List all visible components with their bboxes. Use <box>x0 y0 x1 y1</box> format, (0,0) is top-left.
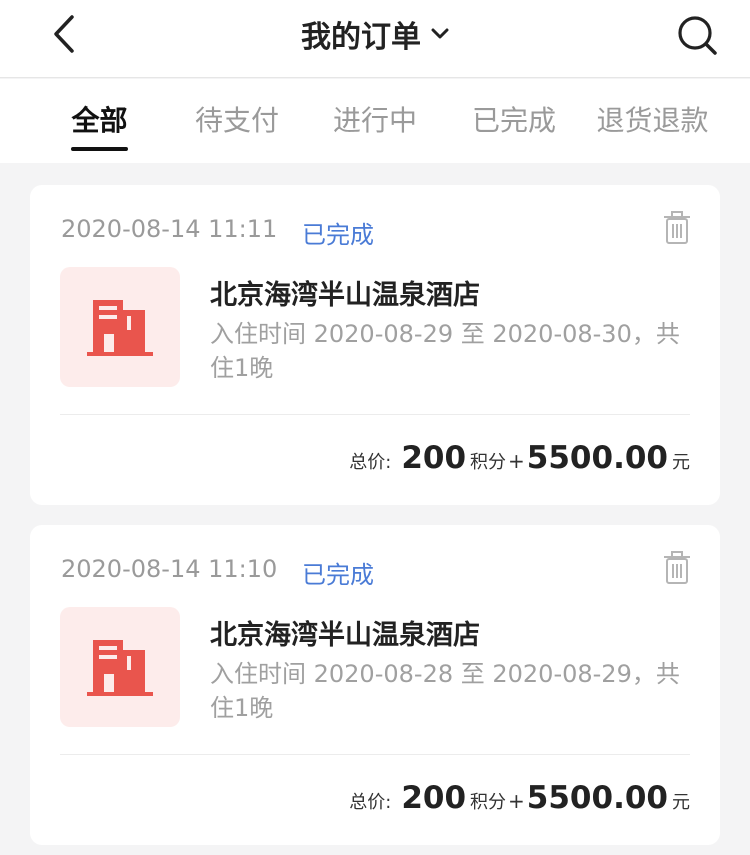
chevron-down-icon <box>431 28 449 39</box>
order-date: 2020-08-14 11:11 <box>61 215 278 243</box>
order-tabs: 全部 待支付 进行中 已完成 退货退款 <box>0 79 750 163</box>
order-total: 总价: 200 积分 + 5500.00 元 <box>349 780 690 820</box>
currency-unit: 元 <box>672 792 690 813</box>
hotel-thumbnail <box>60 267 180 387</box>
order-total: 总价: 200 积分 + 5500.00 元 <box>349 440 690 480</box>
plus-sign: + <box>508 449 525 473</box>
total-price-label: 总价: <box>349 452 392 473</box>
amount-value: 5500.00 <box>526 780 668 816</box>
title-dropdown[interactable]: 我的订单 <box>0 12 750 56</box>
hotel-name: 北京海湾半山温泉酒店 <box>210 620 480 651</box>
tab-label: 待支付 <box>194 104 279 137</box>
delete-order-button[interactable] <box>662 211 692 245</box>
tab-refunds[interactable]: 退货退款 <box>595 99 710 151</box>
order-card[interactable]: 2020-08-14 11:10 已完成 北京海湾半山温泉酒店 入住时间 202… <box>30 525 720 845</box>
points-value: 200 <box>401 780 467 816</box>
tab-completed[interactable]: 已完成 <box>471 99 557 151</box>
trash-icon <box>664 211 690 244</box>
tab-pending-payment[interactable]: 待支付 <box>194 99 280 151</box>
order-card[interactable]: 2020-08-14 11:11 已完成 北京海湾半山温泉酒店 入住时间 202… <box>30 185 720 505</box>
tab-in-progress[interactable]: 进行中 <box>332 99 418 151</box>
tab-all[interactable]: 全部 <box>71 99 128 151</box>
points-unit: 积分 <box>470 792 507 813</box>
tab-label: 退货退款 <box>596 104 709 137</box>
hotel-thumbnail <box>60 607 180 727</box>
nav-bar: 我的订单 <box>0 0 750 78</box>
delete-order-button[interactable] <box>662 551 692 585</box>
tab-label: 进行中 <box>332 104 417 137</box>
plus-sign: + <box>508 789 525 813</box>
hotel-building-icon <box>87 300 153 356</box>
order-date: 2020-08-14 11:10 <box>61 555 278 583</box>
hotel-building-icon <box>87 640 153 696</box>
search-button[interactable] <box>674 12 720 58</box>
tab-label: 已完成 <box>471 104 556 137</box>
stay-dates: 入住时间 2020-08-29 至 2020-08-30，共住1晚 <box>210 320 680 382</box>
points-value: 200 <box>401 440 467 476</box>
hotel-name: 北京海湾半山温泉酒店 <box>210 280 480 311</box>
divider <box>60 414 690 415</box>
trash-icon <box>664 551 690 584</box>
total-price-label: 总价: <box>349 792 392 813</box>
currency-unit: 元 <box>672 452 690 473</box>
active-tab-indicator <box>71 147 128 151</box>
amount-value: 5500.00 <box>526 440 668 476</box>
page-title: 我的订单 <box>301 20 421 55</box>
tab-label: 全部 <box>71 104 128 137</box>
divider <box>60 754 690 755</box>
order-status: 已完成 <box>302 561 374 589</box>
stay-dates: 入住时间 2020-08-28 至 2020-08-29，共住1晚 <box>210 660 680 722</box>
search-icon <box>678 16 717 55</box>
points-unit: 积分 <box>470 452 507 473</box>
order-status: 已完成 <box>302 221 374 249</box>
